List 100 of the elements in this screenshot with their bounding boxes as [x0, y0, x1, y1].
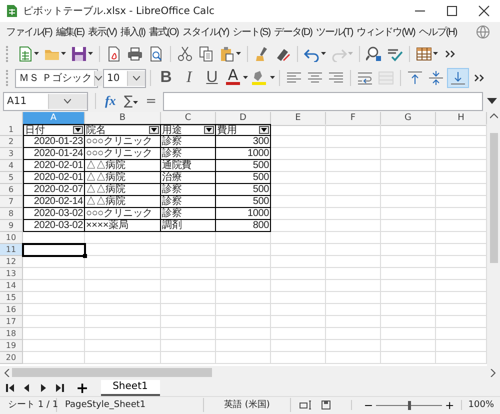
sheet-cell[interactable] [381, 292, 436, 304]
sheet-cell[interactable] [381, 172, 436, 184]
sheet-cell[interactable]: 2020-01-24 [23, 148, 85, 160]
sheet-cell[interactable]: 2020-02-14 [23, 196, 85, 208]
sheet-cell[interactable] [85, 280, 161, 292]
sheet-cell[interactable] [23, 316, 85, 328]
sheet-cell[interactable] [271, 160, 326, 172]
sheet-cell[interactable] [216, 244, 271, 256]
row-header[interactable]: 5 [0, 172, 23, 184]
menu-item[interactable]: ウィンドウ(W) [354, 23, 417, 41]
sheet-cell[interactable] [326, 208, 381, 220]
sheet-cell[interactable] [23, 352, 85, 364]
row-header[interactable]: 14 [0, 280, 23, 292]
sheet-cell[interactable] [326, 256, 381, 268]
row-header[interactable]: 9 [0, 220, 23, 232]
cut-button[interactable] [175, 44, 195, 64]
font-color-button[interactable]: A [224, 68, 242, 88]
row-header[interactable]: 18 [0, 328, 23, 340]
sheet-cell[interactable] [326, 340, 381, 352]
sheet-cell[interactable]: 500 [216, 184, 271, 196]
sheet-cell[interactable] [216, 328, 271, 340]
sheet-cell[interactable] [381, 352, 436, 364]
sum-button[interactable]: ∑ [122, 94, 140, 108]
sheet-cell[interactable] [326, 160, 381, 172]
sheet-cell[interactable] [271, 268, 326, 280]
sheet-cell[interactable] [85, 316, 161, 328]
function-wizard-button[interactable]: fx [103, 93, 118, 109]
column-header[interactable]: B [85, 112, 161, 126]
row-header[interactable]: 4 [0, 160, 23, 172]
sheet-cell[interactable]: 診察 [161, 184, 216, 196]
previous-sheet-button[interactable] [22, 382, 32, 392]
sheet-cell[interactable] [326, 280, 381, 292]
zoom-slider-thumb[interactable] [408, 400, 412, 410]
sheet-cell[interactable] [326, 304, 381, 316]
sheet-cell[interactable] [161, 256, 216, 268]
zoom-in-button[interactable]: + [442, 398, 458, 412]
last-sheet-button[interactable] [54, 382, 64, 392]
sheet-cell[interactable]: 調剤 [161, 220, 216, 232]
menu-item[interactable]: シート(S) [230, 23, 272, 41]
sheet-cell[interactable] [326, 196, 381, 208]
zoom-out-button[interactable]: − [360, 398, 376, 412]
sheet-cell[interactable] [85, 352, 161, 364]
sheet-cell[interactable] [326, 136, 381, 148]
sheet-cell[interactable] [161, 280, 216, 292]
sheet-cell[interactable] [85, 256, 161, 268]
sheet-cell[interactable]: 治療 [161, 172, 216, 184]
sheet-cell[interactable] [271, 328, 326, 340]
sheet-cell[interactable]: 500 [216, 196, 271, 208]
row-header[interactable]: 19 [0, 340, 23, 352]
sheet-cell[interactable] [271, 280, 326, 292]
menu-item[interactable]: 表示(V) [86, 23, 118, 41]
sheet-cell[interactable]: 1000 [216, 148, 271, 160]
row-header[interactable]: 11 [0, 244, 23, 256]
sheet-cell[interactable]: 2020-01-23 [23, 136, 85, 148]
sheet-cell[interactable]: 2020-02-01 [23, 160, 85, 172]
sheet-cell[interactable] [381, 124, 436, 136]
sheet-cell[interactable] [381, 340, 436, 352]
row-header[interactable]: 10 [0, 232, 23, 244]
column-header[interactable]: C [161, 112, 216, 126]
row-header[interactable]: 6 [0, 184, 23, 196]
sheet-cell[interactable] [381, 208, 436, 220]
highlight-button[interactable] [249, 68, 269, 88]
sheet-cell[interactable]: △△病院 [85, 160, 161, 172]
column-header[interactable]: F [326, 112, 381, 126]
sheet-cell[interactable]: 2020-03-02 [23, 208, 85, 220]
sheet-cell[interactable] [271, 292, 326, 304]
sheet-cell[interactable] [216, 340, 271, 352]
row-header[interactable]: 20 [0, 352, 23, 364]
row-header[interactable]: 13 [0, 268, 23, 280]
sheet-cell[interactable] [326, 172, 381, 184]
sheet-cell[interactable] [85, 328, 161, 340]
sheet-cell[interactable] [381, 232, 436, 244]
sheet-cell[interactable] [381, 256, 436, 268]
sheet-cell[interactable] [271, 244, 326, 256]
autofilter-button[interactable] [73, 126, 83, 134]
sheet-cell[interactable] [381, 244, 436, 256]
scrollbar-thumb[interactable] [490, 133, 498, 263]
italic-button[interactable]: I [178, 68, 200, 88]
sheet-cell[interactable] [161, 328, 216, 340]
sheet-cell[interactable] [23, 304, 85, 316]
sheet-cell[interactable] [326, 148, 381, 160]
sheet-cell[interactable] [161, 232, 216, 244]
sheet-cell[interactable]: 300 [216, 136, 271, 148]
sheet-cell[interactable] [271, 208, 326, 220]
row-header[interactable]: 15 [0, 292, 23, 304]
sheet-cell[interactable] [326, 184, 381, 196]
sheet-cell[interactable] [85, 268, 161, 280]
next-sheet-button[interactable] [38, 382, 48, 392]
sheet-cell[interactable] [23, 328, 85, 340]
row-header[interactable]: 2 [0, 136, 23, 148]
sheet-cell[interactable]: 800 [216, 220, 271, 232]
sheet-cell[interactable]: 通院費 [161, 160, 216, 172]
sheet-cell[interactable]: 2020-02-01 [23, 172, 85, 184]
column-header[interactable]: E [271, 112, 326, 126]
sheet-cell[interactable]: ○○○クリニック [85, 136, 161, 148]
autofilter-button[interactable] [259, 126, 269, 134]
sheet-cell[interactable] [381, 196, 436, 208]
sheet-cell[interactable] [216, 268, 271, 280]
menu-item[interactable]: ツール(T) [314, 23, 355, 41]
sheet-cell[interactable] [161, 244, 216, 256]
